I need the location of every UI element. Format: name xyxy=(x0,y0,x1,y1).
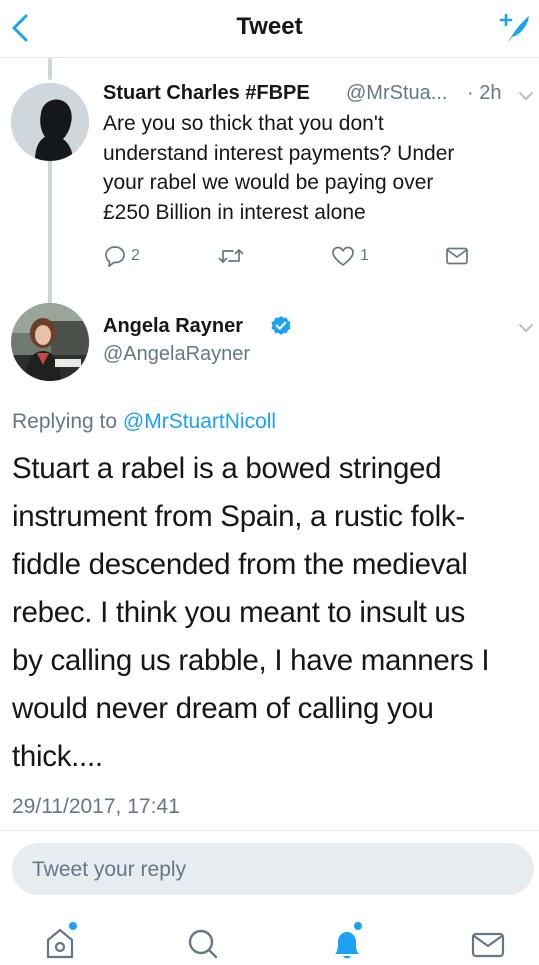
avatar[interactable] xyxy=(11,303,89,381)
tweet-text-line: fiddle descended from the medieval xyxy=(12,548,468,581)
tab-home[interactable] xyxy=(40,922,80,960)
direct-message-action[interactable] xyxy=(444,244,470,268)
profile-photo-icon xyxy=(11,303,89,381)
avatar[interactable] xyxy=(11,83,89,161)
verified-badge xyxy=(270,315,292,337)
tweet-text-line: thick.... xyxy=(12,740,103,773)
reply-action[interactable]: 2 xyxy=(103,244,140,268)
home-icon xyxy=(46,922,77,959)
tab-messages[interactable] xyxy=(468,922,508,960)
reply-bubble-icon xyxy=(105,246,125,267)
tab-search[interactable] xyxy=(183,922,223,960)
messages-envelope-icon xyxy=(471,932,505,958)
compose-quill-icon xyxy=(499,13,529,42)
tab-notifications[interactable] xyxy=(327,922,367,960)
verified-check-icon xyxy=(271,316,291,335)
author-name[interactable]: Angela Rayner xyxy=(103,315,243,338)
tweet-options-button[interactable] xyxy=(516,86,536,106)
author-handle[interactable]: @MrStua... xyxy=(346,82,447,105)
retweet-icon xyxy=(218,249,244,263)
replying-to: Replying to @MrStuartNicoll xyxy=(12,410,276,434)
reply-input[interactable]: Tweet your reply xyxy=(12,843,534,895)
tweet-text-line: Are you so thick that you don't xyxy=(103,112,384,135)
author-name[interactable]: Stuart Charles #FBPE xyxy=(103,82,310,105)
chevron-down-icon xyxy=(519,92,533,100)
tweet-text-line: Stuart a rabel is a bowed stringed xyxy=(12,452,442,485)
retweet-action[interactable] xyxy=(217,244,249,268)
search-icon xyxy=(188,929,218,959)
tweet-timestamp: 29/11/2017, 17:41 xyxy=(12,795,180,818)
tweet-time: · 2h xyxy=(467,82,502,104)
like-action[interactable]: 1 xyxy=(330,244,369,268)
notifications-bell-icon xyxy=(335,922,362,959)
tweet-text-line: instrument from Spain, a rustic folk- xyxy=(12,500,465,533)
tweet-text: Stuart a rabel is a bowed stringed instr… xyxy=(12,445,536,781)
tweet-text-line: understand interest payments? Under xyxy=(103,141,455,165)
tweet-text-line: would never dream of calling you xyxy=(12,692,434,725)
tweet-text-line: £250 Billion in interest alone xyxy=(103,200,366,224)
heart-icon xyxy=(332,246,354,266)
tweet-text: Are you so thick that you don't understa… xyxy=(103,109,533,227)
replying-to-label: Replying to xyxy=(12,410,118,433)
compose-tweet-button[interactable] xyxy=(495,8,535,48)
tweet-text-line: your rabel we would be paying over xyxy=(103,171,434,194)
divider xyxy=(0,830,539,831)
like-count: 1 xyxy=(360,247,369,264)
page-title: Tweet xyxy=(236,13,303,40)
top-bar: Tweet xyxy=(0,0,539,58)
author-handle[interactable]: @AngelaRayner xyxy=(103,343,250,366)
thread-line-bottom xyxy=(48,142,52,310)
profile-silhouette-icon xyxy=(11,83,89,161)
reply-count: 2 xyxy=(131,247,140,264)
chevron-down-icon xyxy=(519,324,533,332)
tweet-text-line: rebec. I think you meant to insult us xyxy=(12,596,465,629)
tweet-options-button[interactable] xyxy=(516,318,536,338)
reply-input-placeholder: Tweet your reply xyxy=(32,858,187,881)
thread-line-top xyxy=(48,58,52,80)
tweet-text-line: by calling us rabble, I have manners I xyxy=(12,644,490,677)
replying-to-link[interactable]: @MrStuartNicoll xyxy=(123,410,276,433)
envelope-icon xyxy=(446,247,468,265)
